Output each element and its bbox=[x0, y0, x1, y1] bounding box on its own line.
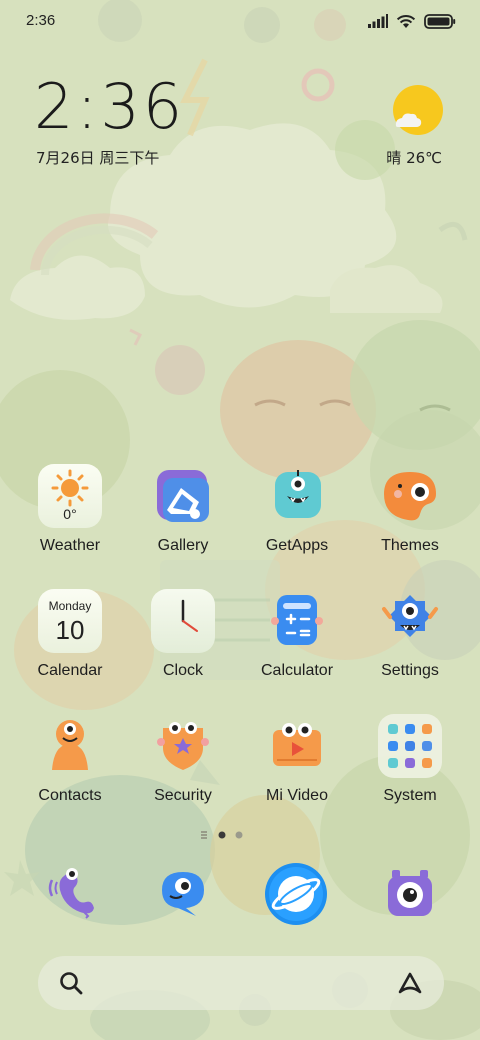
page-indicator[interactable] bbox=[200, 829, 250, 841]
app-contacts[interactable]: Contacts bbox=[15, 714, 125, 824]
security-app-icon bbox=[151, 714, 215, 778]
app-label: Settings bbox=[381, 662, 439, 679]
sunny-cloud-icon[interactable] bbox=[390, 84, 444, 138]
settings-app-icon bbox=[378, 589, 442, 653]
app-system-folder[interactable]: System bbox=[355, 714, 465, 824]
dock-phone[interactable] bbox=[40, 858, 110, 928]
app-label: Calendar bbox=[37, 662, 103, 679]
getapps-app-icon bbox=[265, 464, 329, 528]
status-icons bbox=[368, 12, 456, 30]
status-time: 2:36 bbox=[26, 12, 56, 29]
browser-app-icon bbox=[265, 863, 327, 925]
dock-camera[interactable] bbox=[374, 858, 444, 928]
calculator-app-icon bbox=[265, 589, 329, 653]
assistant-icon[interactable] bbox=[396, 970, 424, 996]
weather-icon-temp: 0° bbox=[63, 506, 77, 522]
app-calendar[interactable]: Monday 10 Calendar bbox=[15, 589, 125, 699]
search-icon[interactable] bbox=[58, 970, 84, 996]
app-label: System bbox=[383, 787, 437, 804]
app-label: GetApps bbox=[265, 537, 329, 554]
messages-app-icon bbox=[162, 872, 204, 916]
status-bar: 2:36 bbox=[0, 0, 480, 40]
app-weather[interactable]: 0° Weather bbox=[15, 464, 125, 574]
battery-icon bbox=[424, 13, 456, 29]
dock-browser[interactable] bbox=[261, 858, 331, 928]
app-label: Gallery bbox=[157, 537, 209, 554]
camera-app-icon bbox=[388, 870, 432, 916]
signal-icon bbox=[368, 14, 388, 28]
page-dot bbox=[235, 831, 243, 839]
app-getapps[interactable]: GetApps bbox=[242, 464, 352, 574]
wifi-icon bbox=[396, 14, 416, 28]
app-gallery[interactable]: Gallery bbox=[128, 464, 238, 574]
mivideo-app-icon bbox=[265, 714, 329, 778]
themes-app-icon bbox=[378, 464, 442, 528]
app-security[interactable]: Security bbox=[128, 714, 238, 824]
phone-app-icon bbox=[48, 868, 94, 919]
app-label: Security bbox=[154, 787, 212, 804]
clock-widget-date: 7月26日 周三下午 bbox=[36, 149, 160, 167]
feed-page-icon bbox=[201, 831, 207, 839]
app-label: Clock bbox=[162, 662, 203, 679]
app-label: Calculator bbox=[260, 662, 334, 679]
app-calculator[interactable]: Calculator bbox=[242, 589, 352, 699]
app-clock[interactable]: Clock bbox=[128, 589, 238, 699]
page-dot-active bbox=[218, 831, 226, 839]
app-label: Contacts bbox=[38, 787, 102, 804]
clock-widget-time[interactable]: 2:36 bbox=[34, 76, 185, 138]
weather-text: 晴 26℃ bbox=[386, 149, 442, 167]
weather-app-icon: 0° bbox=[38, 464, 102, 528]
dock-messages[interactable] bbox=[148, 858, 218, 928]
search-bar[interactable] bbox=[38, 956, 444, 1010]
app-label: Themes bbox=[381, 537, 439, 554]
app-themes[interactable]: Themes bbox=[355, 464, 465, 574]
gallery-app-icon bbox=[151, 464, 215, 528]
calendar-icon-date: 10 bbox=[55, 615, 85, 645]
app-mivideo[interactable]: Mi Video bbox=[242, 714, 352, 824]
app-label: Weather bbox=[39, 537, 101, 554]
clock-app-icon bbox=[151, 589, 215, 653]
app-label: Mi Video bbox=[266, 787, 328, 804]
calendar-icon-day: Monday bbox=[48, 599, 92, 613]
calendar-app-icon: Monday 10 bbox=[38, 589, 102, 653]
system-folder-icon bbox=[378, 714, 442, 778]
app-settings[interactable]: Settings bbox=[355, 589, 465, 699]
contacts-app-icon bbox=[38, 714, 102, 778]
